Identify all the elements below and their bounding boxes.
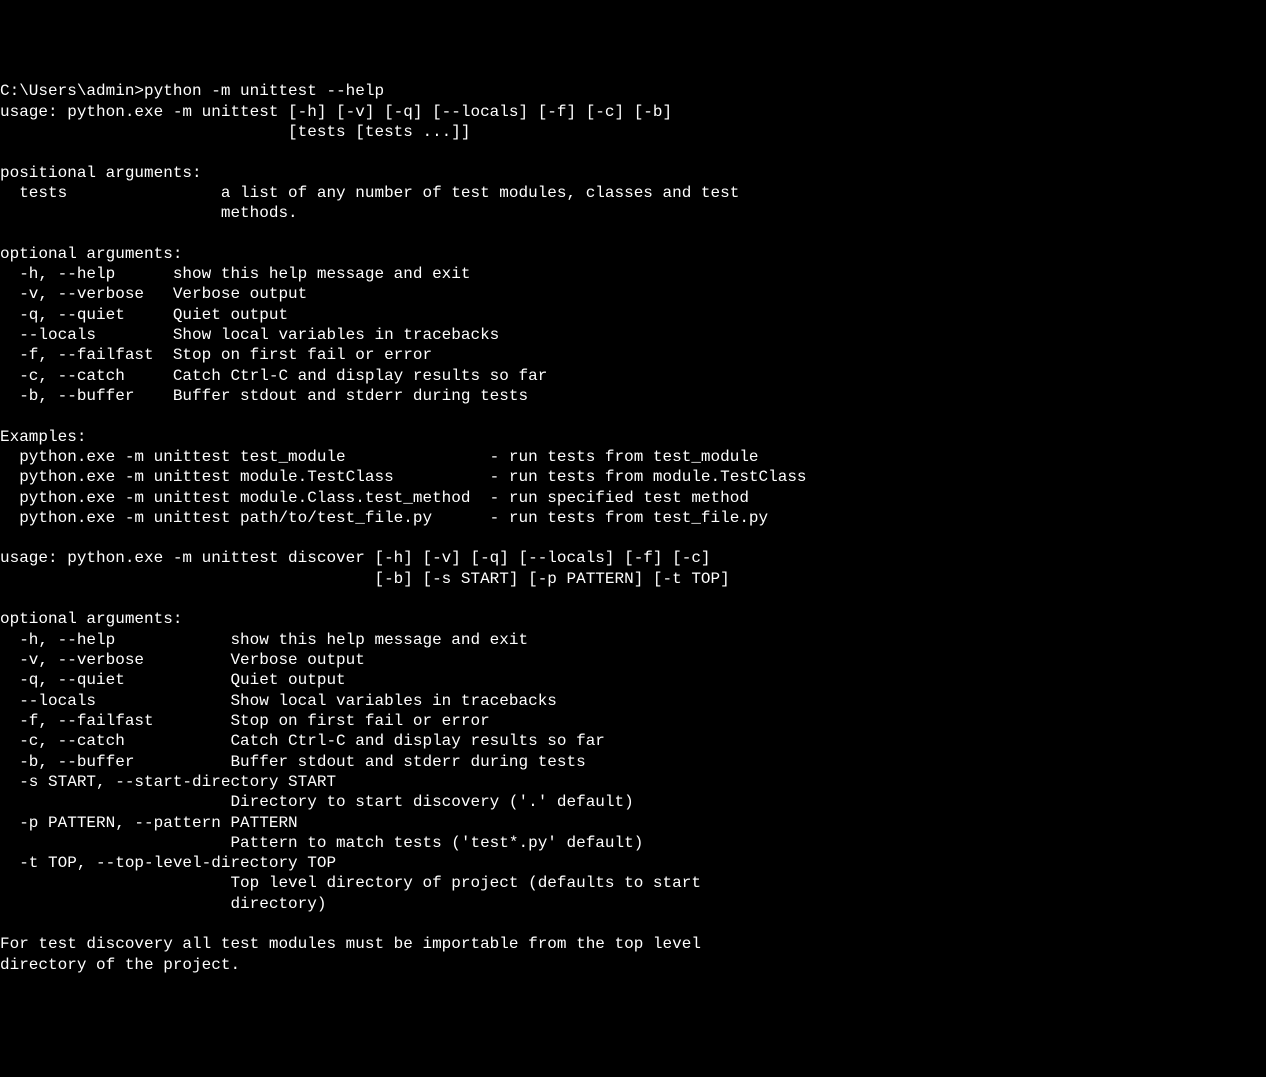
help-line: -f, --failfast Stop on first fail or err… [0,346,432,364]
footer-line: directory of the project. [0,956,240,974]
help-line: -q, --quiet Quiet output [0,671,346,689]
usage-line: usage: python.exe -m unittest discover [… [0,549,711,567]
section-header: optional arguments: [0,610,182,628]
terminal-output[interactable]: C:\Users\admin>python -m unittest --help… [0,81,1266,975]
usage-line: usage: python.exe -m unittest [-h] [-v] … [0,103,672,121]
help-line: -t TOP, --top-level-directory TOP [0,854,336,872]
help-line: methods. [0,204,298,222]
help-line: -c, --catch Catch Ctrl-C and display res… [0,732,605,750]
help-line: -v, --verbose Verbose output [0,285,307,303]
example-line: python.exe -m unittest path/to/test_file… [0,509,768,527]
help-line: -v, --verbose Verbose output [0,651,365,669]
help-line: tests a list of any number of test modul… [0,184,739,202]
footer-line: For test discovery all test modules must… [0,935,701,953]
section-header: positional arguments: [0,164,202,182]
help-line: Directory to start discovery ('.' defaul… [0,793,634,811]
example-line: python.exe -m unittest module.TestClass … [0,468,807,486]
help-line: -p PATTERN, --pattern PATTERN [0,814,298,832]
usage-line: [tests [tests ...]] [0,123,470,141]
help-line: -c, --catch Catch Ctrl-C and display res… [0,367,547,385]
help-line: --locals Show local variables in traceba… [0,692,557,710]
usage-line: [-b] [-s START] [-p PATTERN] [-t TOP] [0,570,730,588]
help-line: -h, --help show this help message and ex… [0,265,470,283]
help-line: -q, --quiet Quiet output [0,306,288,324]
help-line: Top level directory of project (defaults… [0,874,701,892]
example-line: python.exe -m unittest test_module - run… [0,448,759,466]
help-line: -b, --buffer Buffer stdout and stderr du… [0,387,528,405]
section-header: Examples: [0,428,86,446]
help-line: -h, --help show this help message and ex… [0,631,528,649]
example-line: python.exe -m unittest module.Class.test… [0,489,749,507]
help-line: Pattern to match tests ('test*.py' defau… [0,834,643,852]
help-line: directory) [0,895,326,913]
help-line: -b, --buffer Buffer stdout and stderr du… [0,753,586,771]
help-line: -f, --failfast Stop on first fail or err… [0,712,490,730]
help-line: -s START, --start-directory START [0,773,336,791]
help-line: --locals Show local variables in traceba… [0,326,499,344]
prompt: C:\Users\admin> [0,82,144,100]
command-input: python -m unittest --help [144,82,384,100]
section-header: optional arguments: [0,245,182,263]
